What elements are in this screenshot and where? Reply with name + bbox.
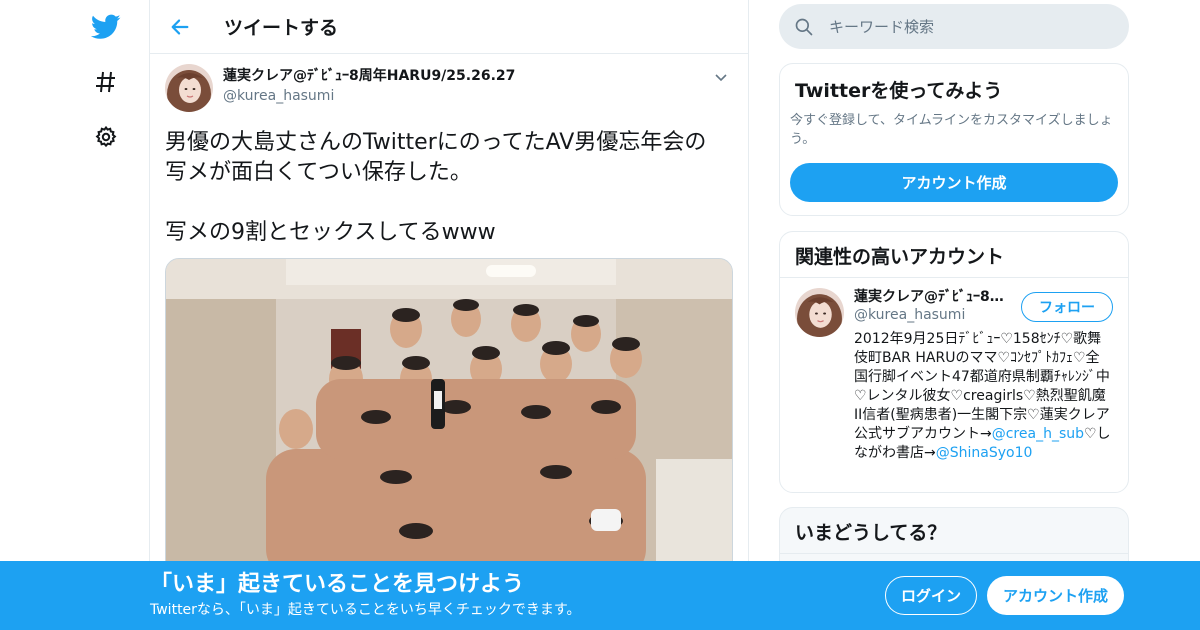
column-header: ツイートする bbox=[150, 0, 748, 54]
tweet-text: 男優の大島丈さんのTwitterにのってたAV男優忘年会の 写メが面白くてつい保… bbox=[165, 130, 707, 245]
hashtag-icon[interactable] bbox=[88, 64, 124, 100]
page-title: ツイートする bbox=[224, 17, 339, 39]
signup-banner: 「いま」起きていることを見つけよう Twitterなら、「いま」起きていることを… bbox=[0, 561, 1200, 630]
tweet-column: ツイートする 蓮実クレア@ﾃﾞﾋﾞｭｰ8周年HARU9/25.26.27 @ku… bbox=[149, 0, 749, 630]
chevron-down-icon[interactable] bbox=[709, 66, 733, 90]
author-info: 蓮実クレア@ﾃﾞﾋﾞｭｰ8周年HARU9/25.26.27 @kurea_has… bbox=[223, 64, 709, 104]
gear-icon[interactable] bbox=[88, 119, 124, 155]
tweet: 蓮実クレア@ﾃﾞﾋﾞｭｰ8周年HARU9/25.26.27 @kurea_has… bbox=[150, 54, 748, 578]
trends-title: いまどうしてる？ bbox=[780, 508, 1128, 554]
related-user: 蓮実クレア@ﾃﾞﾋﾞｭｰ8周年HARU9/25.26.27 @kurea_has… bbox=[780, 278, 1128, 473]
related-accounts-card: 関連性の高いアカウント 蓮実クレア@ﾃﾞﾋﾞｭｰ8周年HARU9/25.26.2… bbox=[779, 231, 1129, 493]
left-nav bbox=[80, 0, 150, 630]
tweet-photo[interactable] bbox=[165, 258, 733, 578]
signup-card-title: Twitterを使ってみよう bbox=[795, 80, 1003, 102]
login-button[interactable]: ログイン bbox=[885, 576, 977, 615]
related-accounts-title: 関連性の高いアカウント bbox=[780, 232, 1128, 278]
banner-subtitle: Twitterなら、「いま」起きていることをいち早くチェックできます。 bbox=[150, 602, 581, 618]
related-user-bio: 2012年9月25日ﾃﾞﾋﾞｭｰ♡158ｾﾝﾁ♡歌舞伎町BAR HARUのママ♡… bbox=[854, 330, 1113, 463]
related-user-name[interactable]: 蓮実クレア@ﾃﾞﾋﾞｭｰ8周年HARU9/25.26.27 bbox=[854, 288, 1014, 306]
bio-link-sub-account[interactable]: @crea_h_sub bbox=[992, 426, 1084, 442]
twitter-bird-icon[interactable] bbox=[88, 9, 124, 45]
search-box[interactable] bbox=[779, 4, 1129, 49]
arrow-left-icon[interactable] bbox=[150, 0, 210, 54]
author-avatar[interactable] bbox=[165, 64, 213, 112]
signup-button[interactable]: アカウント作成 bbox=[987, 576, 1124, 615]
signup-card-description: 今すぐ登録して、タイムラインをカスタマイズしましょう。 bbox=[790, 113, 1113, 147]
related-user-avatar[interactable] bbox=[795, 288, 844, 337]
search-icon bbox=[779, 17, 829, 37]
follow-button[interactable]: フォロー bbox=[1021, 292, 1113, 322]
bio-link-shinasyo[interactable]: @ShinaSyo10 bbox=[936, 445, 1033, 461]
author-handle[interactable]: @kurea_hasumi bbox=[223, 88, 709, 104]
signup-card: Twitterを使ってみよう 今すぐ登録して、タイムラインをカスタマイズしましょ… bbox=[779, 63, 1129, 216]
banner-title: 「いま」起きていることを見つけよう bbox=[150, 572, 525, 597]
search-input[interactable] bbox=[829, 17, 1109, 36]
author-name[interactable]: 蓮実クレア@ﾃﾞﾋﾞｭｰ8周年HARU9/25.26.27 bbox=[223, 64, 709, 88]
create-account-button[interactable]: アカウント作成 bbox=[790, 163, 1118, 202]
page: ツイートする 蓮実クレア@ﾃﾞﾋﾞｭｰ8周年HARU9/25.26.27 @ku… bbox=[0, 0, 1200, 630]
tweet-author-row: 蓮実クレア@ﾃﾞﾋﾞｭｰ8周年HARU9/25.26.27 @kurea_has… bbox=[165, 64, 733, 120]
